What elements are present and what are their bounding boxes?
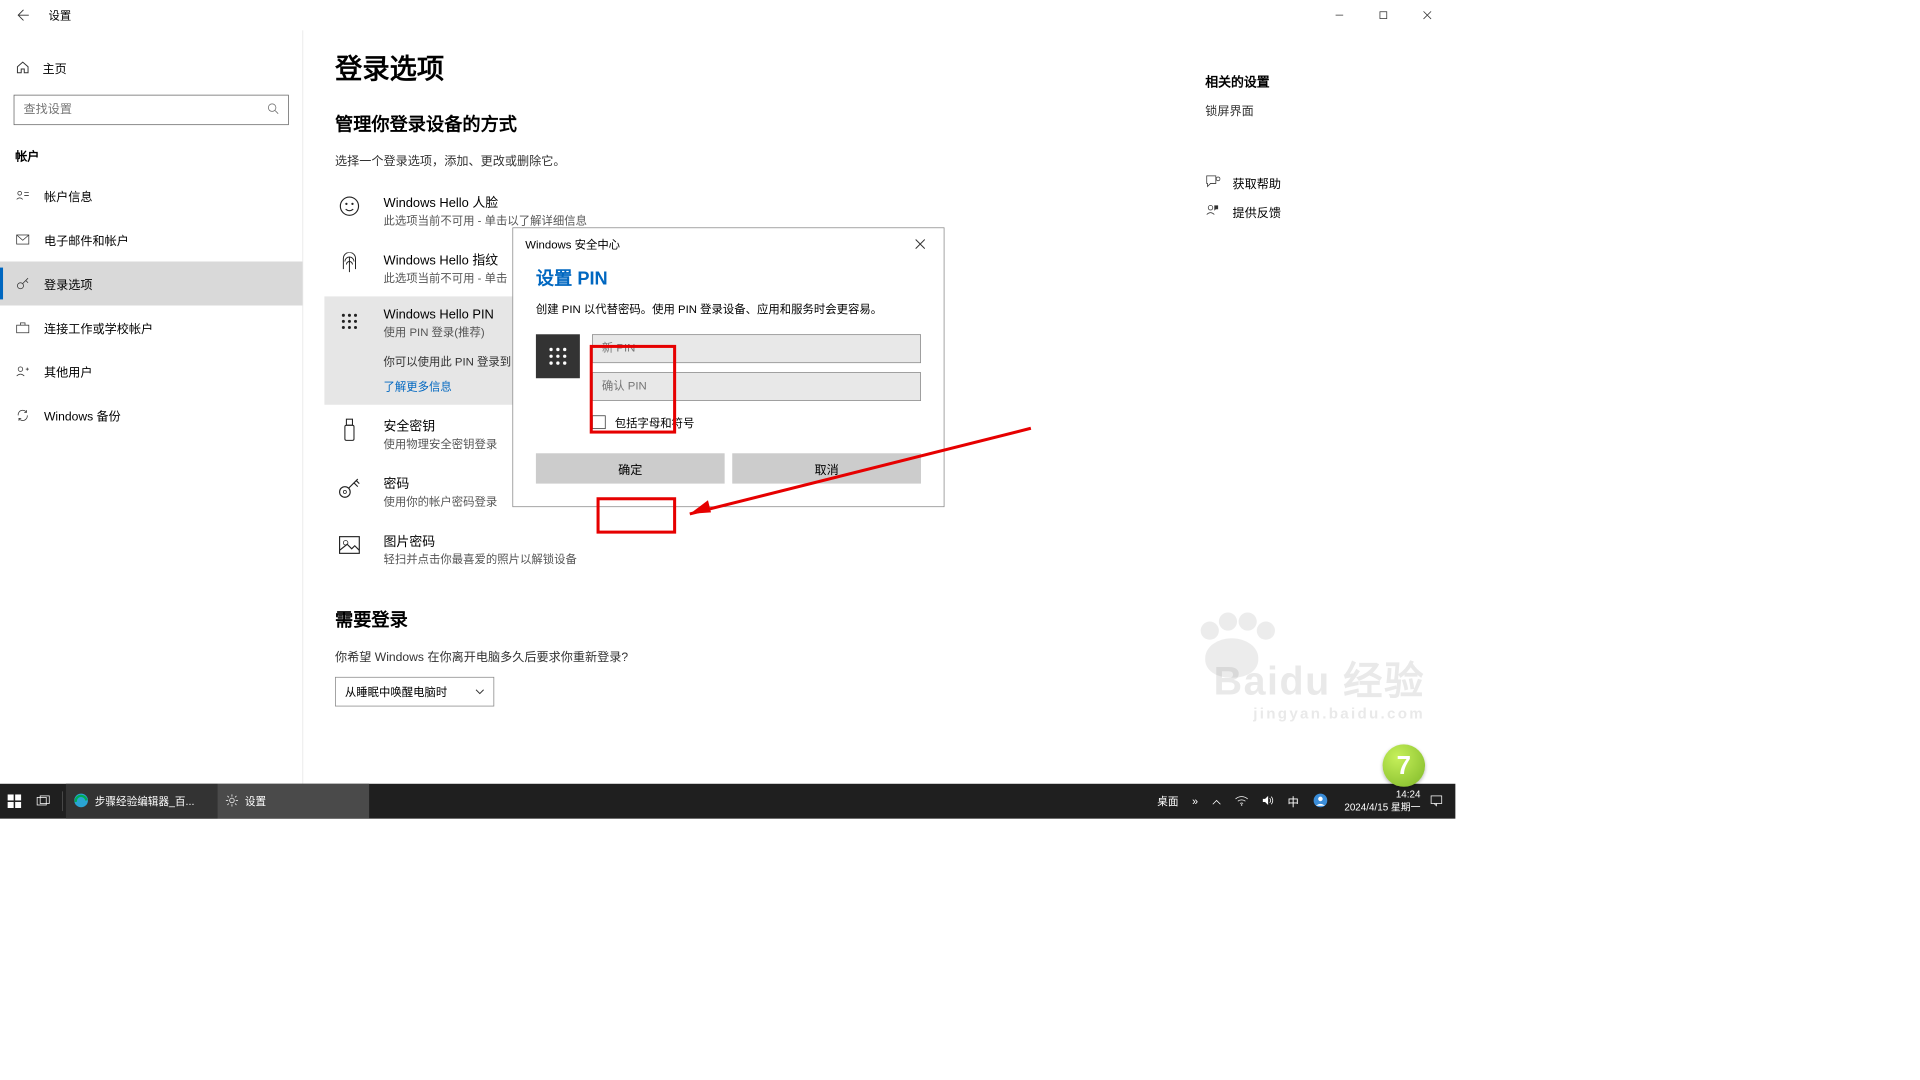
feedback-icon <box>1205 203 1220 220</box>
home-nav[interactable]: 主页 <box>0 49 302 85</box>
sidebar-item-backup[interactable]: Windows 备份 <box>0 393 302 437</box>
desktop-label[interactable]: 桌面 <box>1153 794 1183 809</box>
home-icon <box>15 61 30 75</box>
chevron-down-icon <box>475 685 484 698</box>
ime-indicator[interactable]: 中 <box>1283 793 1303 809</box>
taskbar: 步骤经验编辑器_百... 设置 桌面 » 中 14:24 2024/4/15 星… <box>0 784 1455 819</box>
face-icon <box>335 192 364 221</box>
maximize-button[interactable] <box>1361 1 1405 30</box>
checkbox-label: 包括字母和符号 <box>615 414 695 430</box>
person-card-icon <box>15 190 30 202</box>
user-tray-icon[interactable] <box>1308 792 1332 809</box>
related-panel: 相关的设置 锁屏界面 获取帮助 提供反馈 <box>1205 71 1402 220</box>
security-dialog: Windows 安全中心 设置 PIN 创建 PIN 以代替密码。使用 PIN … <box>512 227 944 506</box>
people-icon <box>15 365 30 377</box>
notifications-icon[interactable] <box>1425 794 1448 808</box>
option-title: Windows Hello 人脸 <box>384 192 587 211</box>
sidebar-item-label: 登录选项 <box>44 274 93 292</box>
briefcase-icon <box>15 321 30 333</box>
sidebar-item-label: 电子邮件和帐户 <box>44 230 129 248</box>
require-login-dropdown[interactable]: 从睡眠中唤醒电脑时 <box>335 677 494 707</box>
start-button[interactable] <box>0 784 29 819</box>
search-input[interactable] <box>23 103 266 117</box>
site-logo: 7 <box>1383 744 1425 786</box>
ok-button[interactable]: 确定 <box>536 453 725 483</box>
edge-icon <box>74 792 89 809</box>
chevron-up-icon[interactable] <box>1207 796 1225 807</box>
back-button[interactable] <box>6 1 41 30</box>
sidebar-item-label: 其他用户 <box>44 362 93 380</box>
key-icon <box>15 277 30 291</box>
clock-time: 14:24 <box>1344 788 1420 801</box>
home-label: 主页 <box>42 58 66 76</box>
sidebar-item-label: Windows 备份 <box>44 406 121 424</box>
cancel-button[interactable]: 取消 <box>732 453 921 483</box>
taskbar-app-settings[interactable]: 设置 <box>218 784 370 819</box>
volume-icon[interactable] <box>1257 795 1278 808</box>
minimize-button[interactable] <box>1317 1 1361 30</box>
help-icon <box>1205 174 1220 191</box>
sidebar: 主页 帐户 帐户信息 电子邮件和帐户 登录选项 连接工作或学校帐户 其他用户 <box>0 30 303 783</box>
option-title: 密码 <box>384 473 498 492</box>
sidebar-item-account-info[interactable]: 帐户信息 <box>0 174 302 218</box>
taskbar-app-label: 步骤经验编辑器_百... <box>95 794 195 809</box>
get-help-link[interactable]: 获取帮助 <box>1205 174 1402 192</box>
wifi-icon[interactable] <box>1230 795 1253 808</box>
keypad-icon <box>335 307 364 336</box>
new-pin-input[interactable] <box>592 334 921 363</box>
key-large-icon <box>335 473 364 502</box>
search-box[interactable] <box>14 95 289 125</box>
usb-key-icon <box>335 415 364 444</box>
sidebar-item-label: 连接工作或学校帐户 <box>44 318 153 336</box>
option-title: 图片密码 <box>384 531 577 550</box>
sync-icon <box>15 409 30 423</box>
sidebar-item-label: 帐户信息 <box>44 186 93 204</box>
tray-overflow-icon[interactable]: » <box>1188 795 1203 807</box>
keypad-large-icon <box>536 334 580 378</box>
option-sub: 使用 PIN 登录(推荐) <box>384 324 512 340</box>
option-sub: 轻扫并点击你最喜爱的照片以解锁设备 <box>384 551 577 567</box>
dialog-title: Windows 安全中心 <box>525 236 620 252</box>
task-view-button[interactable] <box>29 784 59 819</box>
option-sub: 此选项当前不可用 - 单击以了解详细信息 <box>384 212 587 228</box>
watermark-text: Baidu 经验 jingyan.baidu.com <box>1214 649 1425 723</box>
feedback-label: 提供反馈 <box>1233 202 1282 220</box>
sidebar-section: 帐户 <box>0 125 302 174</box>
related-header: 相关的设置 <box>1205 71 1402 90</box>
lock-screen-link[interactable]: 锁屏界面 <box>1205 101 1402 119</box>
option-sub: 使用物理安全密钥登录 <box>384 436 498 452</box>
search-icon <box>267 102 279 118</box>
sidebar-item-work-school[interactable]: 连接工作或学校帐户 <box>0 305 302 349</box>
taskbar-app-label: 设置 <box>245 794 266 809</box>
sidebar-item-other-users[interactable]: 其他用户 <box>0 349 302 393</box>
sidebar-item-signin-options[interactable]: 登录选项 <box>0 262 302 306</box>
help-label: 获取帮助 <box>1233 174 1282 192</box>
option-sub: 此选项当前不可用 - 单击 <box>384 270 508 286</box>
picture-icon <box>335 531 364 560</box>
fingerprint-icon <box>335 249 364 278</box>
option-learn-more-link[interactable]: 了解更多信息 <box>384 378 512 394</box>
dropdown-value: 从睡眠中唤醒电脑时 <box>345 684 447 700</box>
window-title: 设置 <box>49 7 72 23</box>
option-title: Windows Hello PIN <box>384 307 512 322</box>
option-title: Windows Hello 指纹 <box>384 249 508 268</box>
include-symbols-checkbox[interactable] <box>592 415 606 429</box>
option-extra: 你可以使用此 PIN 登录到 <box>384 353 512 369</box>
sidebar-item-email[interactable]: 电子邮件和帐户 <box>0 218 302 262</box>
taskbar-app-edge[interactable]: 步骤经验编辑器_百... <box>66 784 218 819</box>
clock-date: 2024/4/15 星期一 <box>1344 801 1420 814</box>
dialog-heading: 设置 PIN <box>536 263 921 290</box>
option-picture-password[interactable]: 图片密码 轻扫并点击你最喜爱的照片以解锁设备 <box>335 520 1423 578</box>
gear-icon <box>225 793 239 809</box>
close-button[interactable] <box>1405 1 1449 30</box>
option-title: 安全密钥 <box>384 415 498 434</box>
mail-icon <box>15 234 30 245</box>
clock[interactable]: 14:24 2024/4/15 星期一 <box>1337 788 1421 814</box>
dialog-desc: 创建 PIN 以代替密码。使用 PIN 登录设备、应用和服务时会更容易。 <box>536 302 921 319</box>
option-sub: 使用你的帐户密码登录 <box>384 493 498 509</box>
confirm-pin-input[interactable] <box>592 372 921 401</box>
feedback-link[interactable]: 提供反馈 <box>1205 202 1402 220</box>
dialog-close-button[interactable] <box>909 233 932 256</box>
